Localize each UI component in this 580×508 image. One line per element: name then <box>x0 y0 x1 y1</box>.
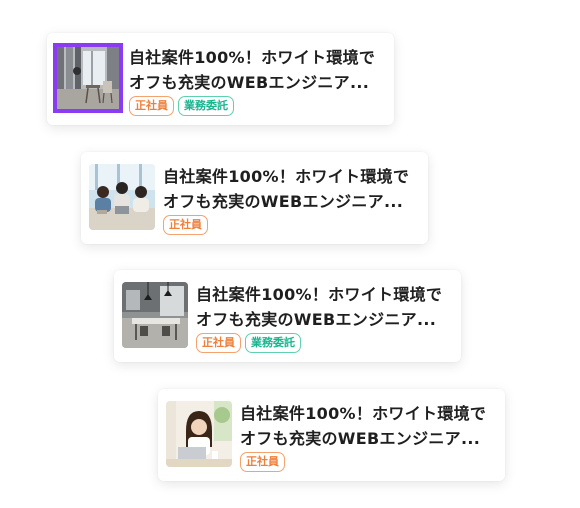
office-window-photo-thumbnail[interactable] <box>53 43 123 113</box>
job-title-line1[interactable]: 自社案件100%！ホワイト環境で <box>163 164 413 189</box>
team-meeting-image <box>89 164 155 230</box>
job-card[interactable]: 自社案件100%！ホワイト環境で オフも充実のWEBエンジニア... 正社員 業… <box>114 270 461 362</box>
job-info: 自社案件100%！ホワイト環境で オフも充実のWEBエンジニア... 正社員 業… <box>129 45 379 116</box>
tag-employment-type: 正社員 <box>129 96 174 116</box>
job-info: 自社案件100%！ホワイト環境で オフも充実のWEBエンジニア... 正社員 業… <box>196 282 446 353</box>
job-title-line2[interactable]: オフも充実のWEBエンジニア... <box>163 189 413 214</box>
job-title-line2[interactable]: オフも充実のWEBエンジニア... <box>240 426 490 451</box>
job-info: 自社案件100%！ホワイト環境で オフも充実のWEBエンジニア... 正社員 <box>240 401 490 472</box>
job-card[interactable]: 自社案件100%！ホワイト環境で オフも充実のWEBエンジニア... 正社員 <box>158 389 505 481</box>
office-window-image <box>55 45 121 111</box>
job-card[interactable]: 自社案件100%！ホワイト環境で オフも充実のWEBエンジニア... 正社員 <box>81 152 428 244</box>
team-meeting-photo-thumbnail[interactable] <box>89 164 155 230</box>
tag-employment-type: 正社員 <box>196 333 241 353</box>
tag-employment-type: 正社員 <box>163 215 208 235</box>
tag-contract-type: 業務委託 <box>245 333 301 353</box>
job-title-line1[interactable]: 自社案件100%！ホワイト環境で <box>129 45 379 70</box>
job-title-line1[interactable]: 自社案件100%！ホワイト環境で <box>196 282 446 307</box>
job-title-line2[interactable]: オフも充実のWEBエンジニア... <box>196 307 446 332</box>
job-title-line2[interactable]: オフも充実のWEBエンジニア... <box>129 70 379 95</box>
tag-contract-type: 業務委託 <box>178 96 234 116</box>
job-tags: 正社員 <box>163 215 413 235</box>
job-tags: 正社員 業務委託 <box>129 96 379 116</box>
job-info: 自社案件100%！ホワイト環境で オフも充実のWEBエンジニア... 正社員 <box>163 164 413 235</box>
job-card[interactable]: 自社案件100%！ホワイト環境で オフも充実のWEBエンジニア... 正社員 業… <box>47 33 394 125</box>
woman-laptop-image <box>166 401 232 467</box>
job-tags: 正社員 <box>240 452 490 472</box>
woman-laptop-photo-thumbnail[interactable] <box>166 401 232 467</box>
job-title-line1[interactable]: 自社案件100%！ホワイト環境で <box>240 401 490 426</box>
office-lamps-image <box>122 282 188 348</box>
job-tags: 正社員 業務委託 <box>196 333 446 353</box>
tag-employment-type: 正社員 <box>240 452 285 472</box>
office-lamps-photo-thumbnail[interactable] <box>122 282 188 348</box>
